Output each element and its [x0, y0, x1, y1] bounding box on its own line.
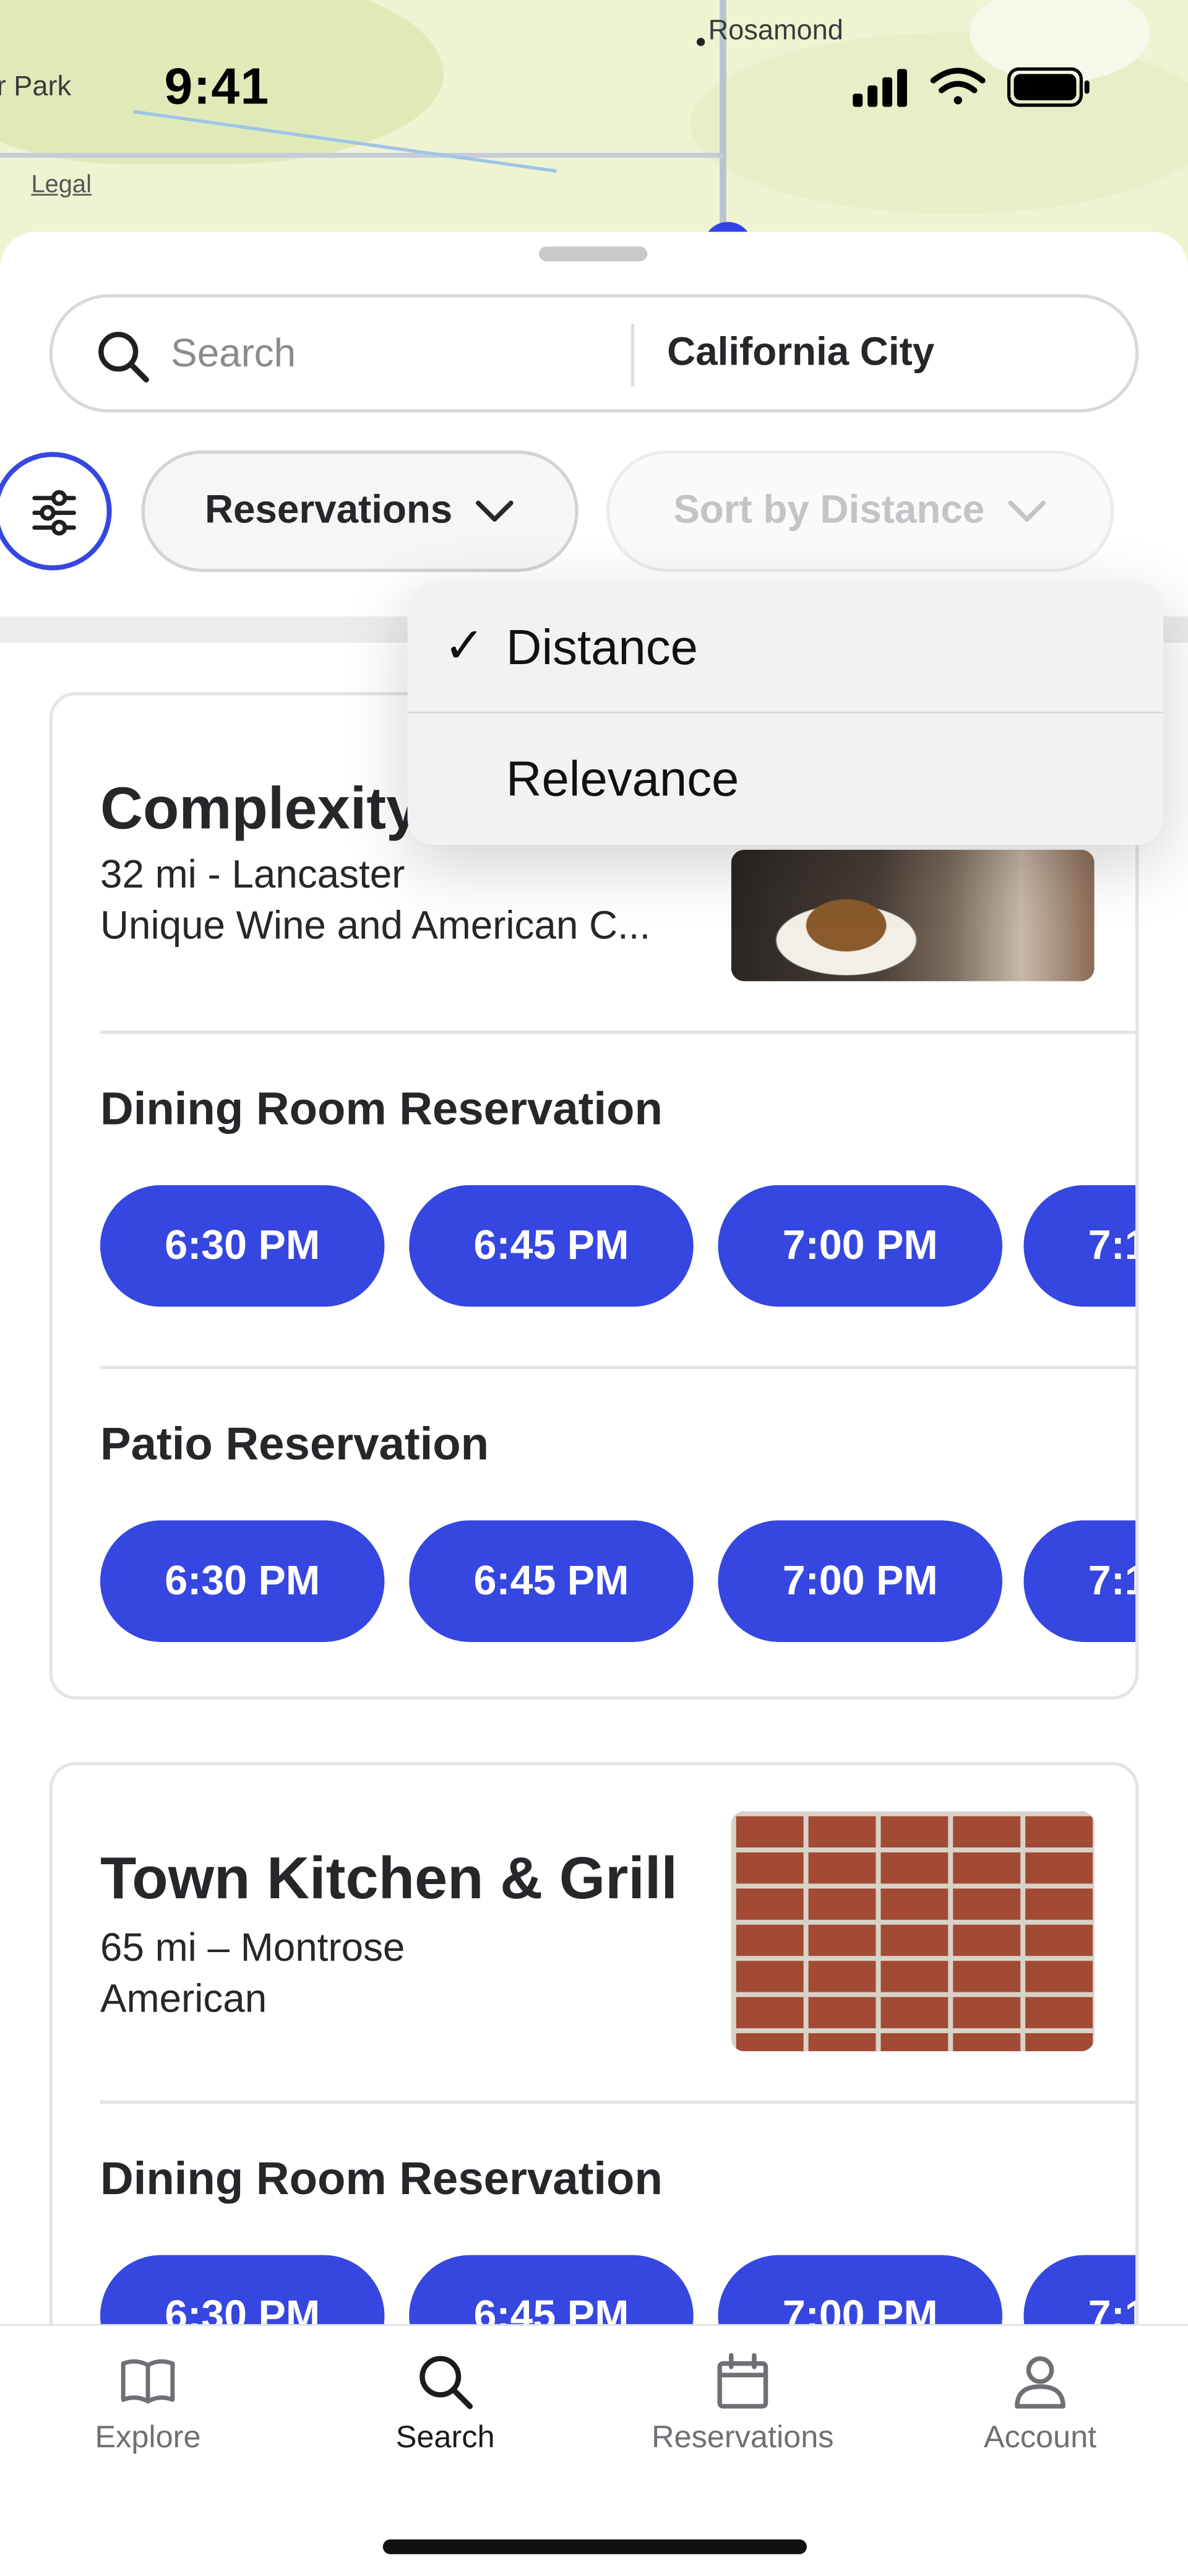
sort-option-distance[interactable]: ✓ Distance: [407, 582, 1164, 714]
map-label-rosamond: Rosamond: [708, 14, 843, 46]
time-slot-row: 6:30 PM 6:45 PM 7:00 PM 7:15 PM: [100, 1185, 1136, 1307]
tab-bar: Explore Search Reservations Account: [0, 2324, 1188, 2576]
section-title: Patio Reservation: [100, 1418, 489, 1470]
restaurant-photo: [731, 1811, 1095, 2052]
sort-option-label: Distance: [506, 621, 698, 676]
chevron-down-icon: [1008, 500, 1046, 522]
tab-label: Account: [983, 2421, 1097, 2456]
tab-search[interactable]: Search: [298, 2326, 593, 2491]
search-input[interactable]: [171, 324, 615, 387]
search-bar: California City: [49, 294, 1139, 413]
search-icon: [420, 2356, 473, 2410]
sort-option-relevance[interactable]: Relevance: [408, 714, 1164, 845]
card-divider: [100, 2100, 1136, 2104]
sort-option-label: Relevance: [506, 753, 739, 807]
map-legal-link[interactable]: Legal: [31, 171, 91, 199]
card-divider: [100, 1365, 1136, 1370]
restaurant-photo: [731, 849, 1095, 982]
calendar-icon: [717, 2353, 768, 2409]
home-indicator[interactable]: [382, 2539, 807, 2554]
status-time: 9:41: [164, 57, 270, 115]
reservations-filter-label: Reservations: [204, 488, 453, 533]
restaurant-distance: 65 mi – Montrose: [100, 1926, 405, 1971]
sheet-grabber[interactable]: [539, 246, 648, 262]
app-screen: Rosamond r Park Legal 9:41 Search Califo…: [0, 0, 1188, 2576]
location-field[interactable]: California City: [667, 331, 934, 376]
section-title: Dining Room Reservation: [100, 2153, 663, 2205]
restaurant-distance: 32 mi - Lancaster: [100, 853, 405, 897]
card-divider: [100, 1031, 1136, 1034]
chevron-down-icon: [476, 500, 514, 522]
sliders-icon: [32, 490, 76, 536]
cellular-signal-icon: [853, 69, 907, 107]
tab-explore[interactable]: Explore: [0, 2326, 296, 2491]
search-icon: [98, 332, 149, 383]
tab-account[interactable]: Account: [892, 2326, 1188, 2491]
tab-reservations[interactable]: Reservations: [595, 2326, 890, 2491]
status-icons: [850, 66, 1096, 108]
tab-label: Explore: [95, 2421, 201, 2456]
map-label-park: r Park: [0, 71, 72, 102]
checkmark-icon: ✓: [444, 620, 485, 674]
time-slot-button[interactable]: 6:30 PM: [100, 1520, 385, 1642]
tab-label: Search: [395, 2421, 495, 2456]
wifi-icon: [930, 67, 986, 105]
time-slot-button[interactable]: 7:15 PM: [1023, 1185, 1136, 1307]
sort-button[interactable]: Sort by Distance: [606, 450, 1114, 573]
restaurant-cuisine: American: [100, 1977, 267, 2022]
battery-icon: [1007, 67, 1090, 107]
time-slot-button[interactable]: 6:45 PM: [409, 1520, 694, 1642]
person-icon: [1015, 2356, 1065, 2409]
sort-label: Sort by Distance: [673, 488, 985, 533]
tab-label: Reservations: [652, 2421, 834, 2456]
time-slot-button[interactable]: 6:30 PM: [100, 1185, 385, 1307]
restaurant-cuisine: Unique Wine and American C...: [100, 904, 651, 949]
book-icon: [121, 2359, 175, 2404]
time-slot-button[interactable]: 6:45 PM: [409, 1185, 694, 1307]
filters-button[interactable]: [0, 452, 112, 571]
reservations-filter-button[interactable]: Reservations: [141, 450, 579, 573]
time-slot-button[interactable]: 7:15 PM: [1023, 1520, 1136, 1642]
section-title: Dining Room Reservation: [100, 1083, 663, 1135]
map-road: [0, 152, 723, 158]
restaurant-name: Complexity: [100, 774, 420, 842]
time-slot-button[interactable]: 7:00 PM: [718, 1520, 1002, 1642]
restaurant-name: Town Kitchen & Grill: [100, 1844, 678, 1912]
sort-menu: ✓ Distance Relevance: [407, 582, 1164, 845]
search-divider: [631, 324, 635, 387]
map-city-dot: [696, 38, 705, 46]
time-slot-row: 6:30 PM 6:45 PM 7:00 PM 7:15 PM: [100, 1520, 1136, 1642]
time-slot-button[interactable]: 7:00 PM: [718, 1185, 1002, 1307]
